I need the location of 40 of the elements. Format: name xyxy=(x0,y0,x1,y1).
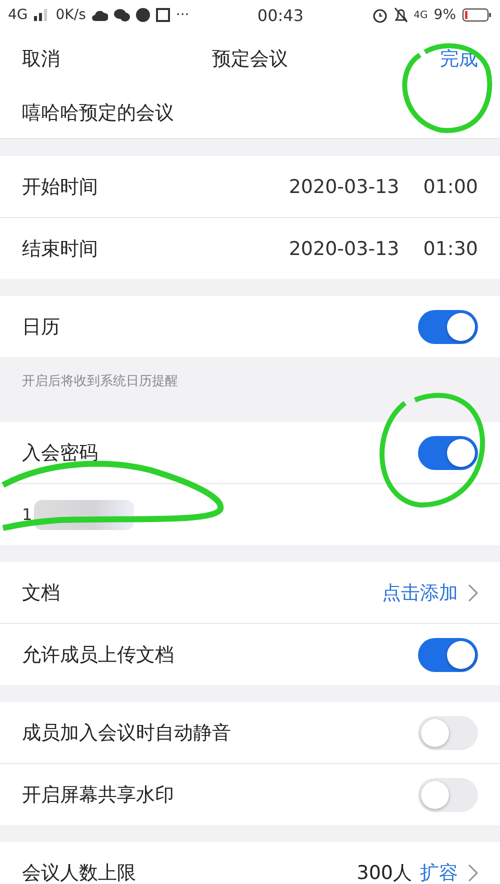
signal-icon xyxy=(34,9,50,21)
time-value[interactable]: 01:30 xyxy=(423,238,478,260)
alarm-icon xyxy=(372,7,388,23)
cancel-button[interactable]: 取消 xyxy=(22,46,60,72)
row-label: 会议人数上限 xyxy=(22,860,137,884)
hint-text: 开启后将收到系统日历提醒 xyxy=(22,373,178,390)
network-label: 4G xyxy=(414,10,428,20)
action-link[interactable]: 点击添加 xyxy=(382,580,458,606)
row-label: 允许成员上传文档 xyxy=(22,642,175,668)
speed-label: 0K/s xyxy=(56,7,86,23)
toggle-switch[interactable] xyxy=(418,638,478,672)
page-title: 预定会议 xyxy=(212,47,288,72)
chevron-icon xyxy=(468,864,478,882)
row-label: 文档 xyxy=(22,580,61,606)
bell-off-icon xyxy=(394,7,408,23)
chat-icon xyxy=(114,8,130,22)
row-label: 入会密码 xyxy=(22,440,99,466)
row-label: 开启屏幕共享水印 xyxy=(22,782,175,808)
row-label: 成员加入会议时自动静音 xyxy=(22,720,232,746)
meeting-subject[interactable]: 嘻哈哈预定的会议 xyxy=(22,100,174,126)
limit-value: 300人 xyxy=(356,860,412,884)
password-value[interactable]: 1 xyxy=(22,505,32,524)
action-link[interactable]: 扩容 xyxy=(420,860,458,884)
row-label: 日历 xyxy=(22,314,61,340)
toggle-switch[interactable] xyxy=(418,716,478,750)
toggle-switch[interactable] xyxy=(418,310,478,344)
toggle-switch[interactable] xyxy=(418,436,478,470)
chevron-icon xyxy=(468,584,478,602)
more-label: ··· xyxy=(176,7,190,23)
clock-time: 00:43 xyxy=(256,6,304,24)
cloud-icon xyxy=(92,9,108,21)
network-label: 4G xyxy=(8,7,28,23)
row-label: 结束时间 xyxy=(22,236,99,262)
toggle-switch[interactable] xyxy=(418,778,478,812)
date-value[interactable]: 2020-03-13 xyxy=(288,238,400,260)
time-value[interactable]: 01:00 xyxy=(423,176,478,198)
date-value[interactable]: 2020-03-13 xyxy=(288,176,400,198)
row-label: 开始时间 xyxy=(22,174,99,200)
battery-icon xyxy=(462,8,492,22)
battery-label: 9% xyxy=(434,7,456,23)
